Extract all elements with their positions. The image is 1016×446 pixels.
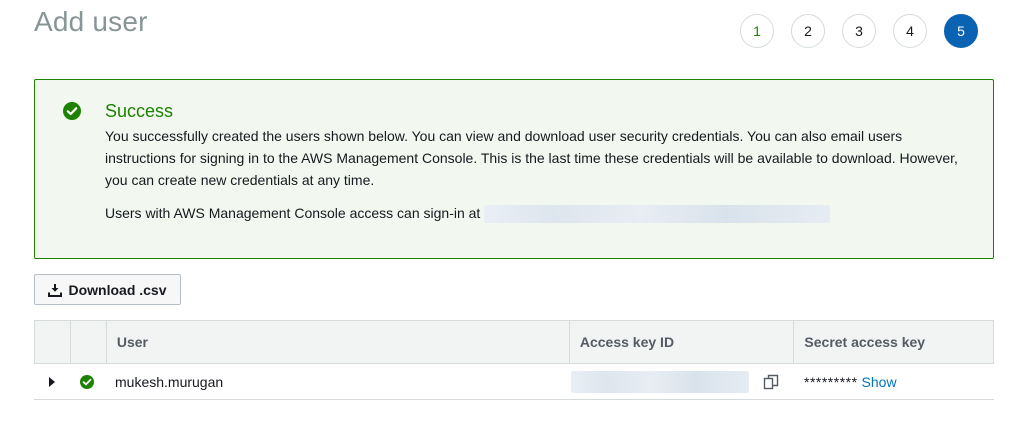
page-title: Add user bbox=[34, 6, 148, 37]
redacted-signin-url bbox=[484, 205, 831, 224]
caret-right-icon bbox=[48, 376, 55, 387]
users-table: User Access key ID Secret access key muk… bbox=[34, 320, 994, 400]
user-name: mukesh.murugan bbox=[115, 373, 224, 390]
header-expand bbox=[35, 321, 70, 363]
table-header: User Access key ID Secret access key bbox=[34, 320, 994, 364]
copy-icon[interactable] bbox=[763, 374, 779, 390]
success-alert: Success You successfully created the use… bbox=[34, 79, 994, 259]
signin-text: Users with AWS Management Console access… bbox=[105, 205, 481, 221]
step-1[interactable]: 1 bbox=[740, 14, 774, 48]
access-key-cell bbox=[569, 364, 794, 399]
signin-line: Users with AWS Management Console access… bbox=[105, 202, 831, 224]
show-secret-link[interactable]: Show bbox=[862, 374, 897, 390]
expand-row-toggle[interactable] bbox=[34, 364, 69, 399]
header-secret-access-key: Secret access key bbox=[793, 321, 993, 363]
alert-title: Success bbox=[105, 101, 174, 121]
step-4[interactable]: 4 bbox=[893, 14, 927, 48]
secret-key-cell: ********* Show bbox=[794, 364, 994, 399]
masked-secret: ********* bbox=[804, 373, 858, 390]
header-access-key-id: Access key ID bbox=[568, 321, 794, 363]
step-5[interactable]: 5 bbox=[944, 14, 978, 48]
step-3[interactable]: 3 bbox=[842, 14, 876, 48]
row-status bbox=[69, 364, 105, 399]
download-csv-label: Download .csv bbox=[68, 281, 167, 298]
header-status bbox=[69, 321, 106, 363]
check-circle-icon bbox=[63, 102, 81, 120]
check-circle-icon bbox=[80, 374, 94, 389]
download-csv-button[interactable]: Download .csv bbox=[34, 274, 181, 305]
step-2[interactable]: 2 bbox=[791, 14, 825, 48]
alert-body: You successfully created the users shown… bbox=[105, 128, 958, 188]
download-icon bbox=[48, 283, 63, 297]
header-user: User bbox=[105, 321, 569, 363]
redacted-access-key bbox=[571, 370, 749, 393]
wizard-steps: 1 2 3 4 5 bbox=[740, 14, 978, 48]
table-row: mukesh.murugan ********* Show bbox=[34, 364, 994, 400]
